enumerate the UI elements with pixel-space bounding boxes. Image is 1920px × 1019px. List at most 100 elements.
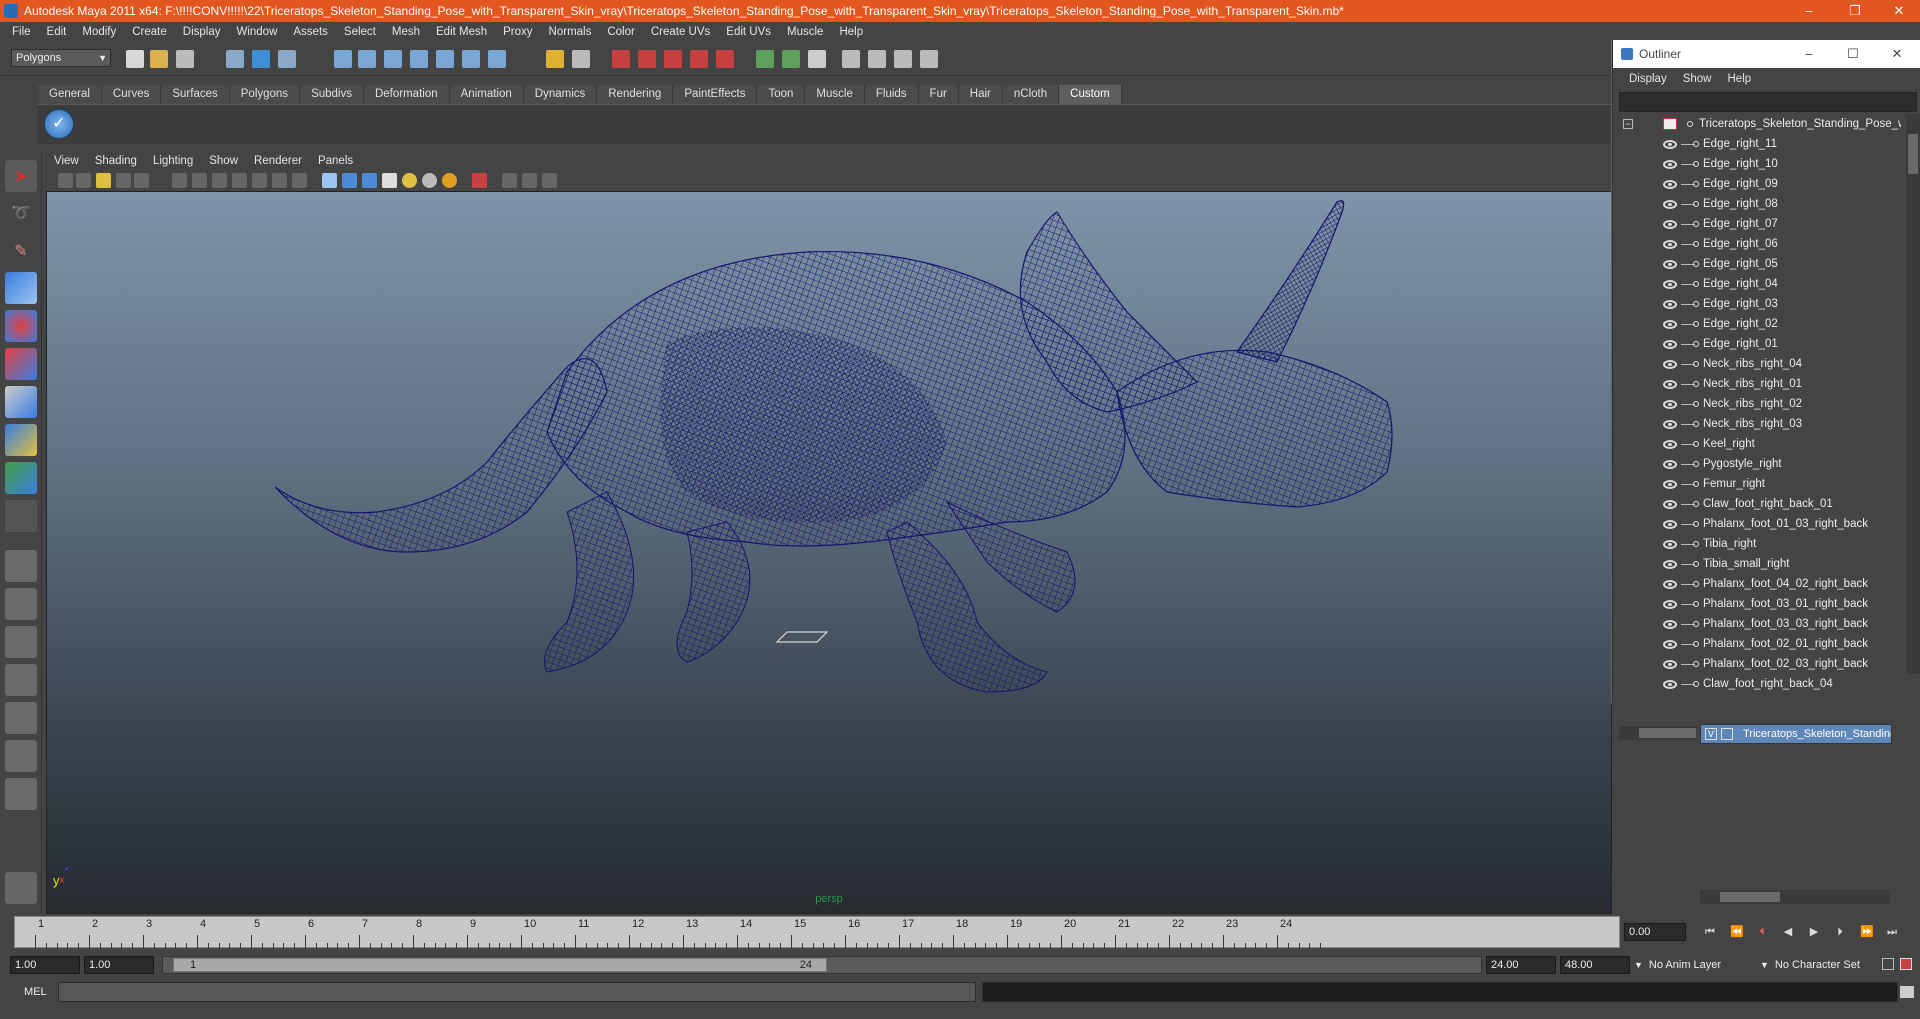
script-editor-layout-icon[interactable] bbox=[5, 778, 37, 810]
hypershade-icon[interactable] bbox=[690, 50, 708, 68]
resolution-gate-icon[interactable] bbox=[212, 173, 227, 188]
current-frame-field[interactable]: 0.00 bbox=[1624, 923, 1686, 941]
shadows-icon[interactable] bbox=[422, 173, 437, 188]
panel-menu-shading[interactable]: Shading bbox=[87, 155, 145, 167]
range-slider[interactable]: 1 24 bbox=[162, 956, 1482, 974]
maximize-button[interactable]: ❐ bbox=[1832, 0, 1878, 22]
menu-color[interactable]: Color bbox=[599, 26, 642, 38]
character-set-dropdown[interactable]: ▼ No Character Set bbox=[1760, 956, 1890, 974]
panel-menu-panels[interactable]: Panels bbox=[310, 155, 361, 167]
camera-attributes-icon[interactable] bbox=[76, 173, 91, 188]
go-to-end-icon[interactable]: ⏭ bbox=[1886, 926, 1898, 938]
outliner-item[interactable]: Tibia_small_right bbox=[1619, 554, 1901, 574]
outliner-item[interactable]: Phalanx_foot_02_03_right_back bbox=[1619, 654, 1901, 674]
outliner-menu-display[interactable]: Display bbox=[1621, 73, 1675, 85]
channel-box-icon[interactable] bbox=[842, 50, 860, 68]
save-scene-icon[interactable] bbox=[176, 50, 194, 68]
command-input[interactable] bbox=[58, 982, 976, 1002]
select-component-icon[interactable] bbox=[278, 50, 296, 68]
outliner-menu-show[interactable]: Show bbox=[1675, 73, 1720, 85]
menu-modify[interactable]: Modify bbox=[74, 26, 124, 38]
collapse-icon[interactable]: − bbox=[1623, 119, 1633, 129]
step-forward-key-icon[interactable]: ⏩ bbox=[1860, 926, 1874, 938]
menu-proxy[interactable]: Proxy bbox=[495, 26, 540, 38]
layer-visibility-toggle[interactable]: V bbox=[1705, 728, 1717, 740]
last-tool-icon[interactable] bbox=[5, 500, 37, 532]
play-backwards-icon[interactable]: ◀ bbox=[1782, 926, 1794, 938]
range-slider-handle[interactable]: 1 24 bbox=[173, 958, 827, 972]
outliner-item[interactable]: Edge_right_03 bbox=[1619, 294, 1901, 314]
outliner-item[interactable]: Claw_foot_right_back_04 bbox=[1619, 674, 1901, 694]
snap-point-icon[interactable] bbox=[384, 50, 402, 68]
shelf-tab-deformation[interactable]: Deformation bbox=[363, 85, 450, 104]
bookmark-icon[interactable] bbox=[96, 173, 111, 188]
outliner-item[interactable]: Neck_ribs_right_01 bbox=[1619, 374, 1901, 394]
step-forward-frame-icon[interactable]: ⏵ bbox=[1834, 926, 1846, 938]
shelf-tab-toon[interactable]: Toon bbox=[757, 85, 806, 104]
panel-menu-renderer[interactable]: Renderer bbox=[246, 155, 310, 167]
outliner-item[interactable]: Edge_right_05 bbox=[1619, 254, 1901, 274]
go-to-start-icon[interactable]: ⏮ bbox=[1704, 926, 1716, 938]
render-view-icon[interactable] bbox=[716, 50, 734, 68]
isolate-select-icon[interactable] bbox=[472, 173, 487, 188]
scale-tool-icon[interactable] bbox=[5, 348, 37, 380]
shelf-tab-hair[interactable]: Hair bbox=[958, 85, 1003, 104]
outliner-maximize-button[interactable]: ☐ bbox=[1831, 40, 1875, 68]
shelf-tab-rendering[interactable]: Rendering bbox=[597, 85, 674, 104]
outliner-item[interactable]: Edge_right_11 bbox=[1619, 134, 1901, 154]
snap-curve-icon[interactable] bbox=[358, 50, 376, 68]
menu-help[interactable]: Help bbox=[831, 26, 871, 38]
animation-preferences-icon[interactable] bbox=[1900, 958, 1912, 970]
menu-window[interactable]: Window bbox=[228, 26, 285, 38]
outliner-item[interactable]: Edge_right_07 bbox=[1619, 214, 1901, 234]
lasso-layout-icon[interactable] bbox=[5, 872, 37, 904]
shelf-tab-surfaces[interactable]: Surfaces bbox=[161, 85, 230, 104]
menu-mesh[interactable]: Mesh bbox=[384, 26, 428, 38]
history-icon[interactable] bbox=[462, 50, 480, 68]
film-gate-icon[interactable] bbox=[192, 173, 207, 188]
modeling-toolkit-icon[interactable] bbox=[920, 50, 938, 68]
textured-icon[interactable] bbox=[382, 173, 397, 188]
shelf-tab-subdivs[interactable]: Subdivs bbox=[300, 85, 364, 104]
animation-end-field[interactable]: 48.00 bbox=[1560, 956, 1630, 974]
time-slider[interactable]: 1 2 3 4 5 6 7 8 9 10 11 12 13 14 15 16 17 18 19 20 21 22 23 24 bbox=[14, 914, 1620, 952]
move-tool-icon[interactable] bbox=[5, 272, 37, 304]
panel-menu-view[interactable]: View bbox=[46, 155, 87, 167]
new-scene-icon[interactable] bbox=[126, 50, 144, 68]
outliner-item[interactable]: Phalanx_foot_02_01_right_back bbox=[1619, 634, 1901, 654]
universal-manipulator-icon[interactable] bbox=[5, 386, 37, 418]
minimize-button[interactable]: – bbox=[1786, 0, 1832, 22]
ipr-render-icon[interactable] bbox=[638, 50, 656, 68]
shelf-tab-polygons[interactable]: Polygons bbox=[229, 85, 301, 104]
outliner-root-item[interactable]: − Triceratops_Skeleton_Standing_Pose_wit… bbox=[1619, 114, 1901, 134]
outliner-item[interactable]: Phalanx_foot_04_02_right_back bbox=[1619, 574, 1901, 594]
backface-culling-icon[interactable] bbox=[542, 173, 557, 188]
menu-edit-uvs[interactable]: Edit UVs bbox=[718, 26, 779, 38]
menu-file[interactable]: File bbox=[4, 26, 39, 38]
menu-create-uvs[interactable]: Create UVs bbox=[643, 26, 718, 38]
layer-editor-icon[interactable] bbox=[894, 50, 912, 68]
menu-select[interactable]: Select bbox=[336, 26, 384, 38]
image-plane-icon[interactable] bbox=[116, 173, 131, 188]
outliner-item[interactable]: Neck_ribs_right_03 bbox=[1619, 414, 1901, 434]
wireframe-icon[interactable] bbox=[322, 173, 337, 188]
menu-muscle[interactable]: Muscle bbox=[779, 26, 831, 38]
panel-menu-lighting[interactable]: Lighting bbox=[145, 155, 201, 167]
four-view-layout-icon[interactable] bbox=[5, 588, 37, 620]
menu-display[interactable]: Display bbox=[175, 26, 229, 38]
step-back-frame-icon[interactable]: ⏴ bbox=[1756, 926, 1768, 938]
scrollbar-thumb[interactable] bbox=[1720, 892, 1780, 902]
layer-horizontal-scrollbar[interactable] bbox=[1700, 890, 1890, 904]
shelf-tab-animation[interactable]: Animation bbox=[449, 85, 524, 104]
select-camera-icon[interactable] bbox=[58, 173, 73, 188]
shelf-tab-painteffects[interactable]: PaintEffects bbox=[673, 85, 758, 104]
menu-edit-mesh[interactable]: Edit Mesh bbox=[428, 26, 495, 38]
graph-editor-layout-icon[interactable] bbox=[5, 664, 37, 696]
sidebar-toggle-icon[interactable] bbox=[782, 50, 800, 68]
help-icon[interactable] bbox=[488, 50, 506, 68]
grid-icon[interactable] bbox=[172, 173, 187, 188]
menu-normals[interactable]: Normals bbox=[541, 26, 600, 38]
step-back-key-icon[interactable]: ⏪ bbox=[1730, 926, 1744, 938]
dope-sheet-layout-icon[interactable] bbox=[5, 740, 37, 772]
outliner-item[interactable]: Phalanx_foot_03_01_right_back bbox=[1619, 594, 1901, 614]
